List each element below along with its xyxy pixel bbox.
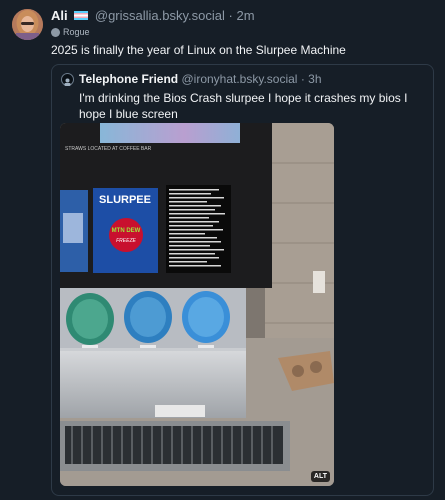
drink-flavor-text: FREEZE bbox=[116, 238, 136, 244]
quote-author-name[interactable]: Telephone Friend bbox=[79, 72, 178, 86]
quote-image[interactable]: STRAWS LOCATED AT COFFEE BAR SLURPEE MTN… bbox=[60, 123, 334, 486]
quote-header: Telephone Friend @ironyhat.bsky.social ·… bbox=[79, 72, 322, 86]
post-timestamp[interactable]: 2m bbox=[236, 8, 254, 23]
quote-timestamp[interactable]: 3h bbox=[308, 72, 321, 86]
separator: · bbox=[228, 8, 233, 23]
top-sign-text: STRAWS LOCATED AT COFFEE BAR bbox=[65, 146, 152, 152]
drink-brand-text: MTN DEW bbox=[112, 228, 141, 234]
client-icon bbox=[51, 27, 60, 37]
author-handle[interactable]: @grissallia.bsky.social bbox=[95, 8, 225, 23]
quote-text: I'm drinking the Bios Crash slurpee I ho… bbox=[79, 91, 408, 121]
post-text: 2025 is finally the year of Linux on the… bbox=[51, 43, 346, 57]
post: Ali @grissallia.bsky.social · 2m Rogue 2… bbox=[0, 0, 445, 500]
client-label-text: Rogue bbox=[63, 27, 90, 37]
quote-author-avatar[interactable] bbox=[61, 73, 74, 86]
slurpee-machine-photo: STRAWS LOCATED AT COFFEE BAR SLURPEE MTN… bbox=[60, 123, 334, 486]
slurpee-brand-text: SLURPEE bbox=[99, 194, 151, 206]
post-header: Ali @grissallia.bsky.social · 2m bbox=[51, 8, 255, 23]
author-avatar[interactable] bbox=[12, 9, 43, 40]
quote-separator: · bbox=[300, 72, 305, 86]
author-name[interactable]: Ali bbox=[51, 8, 68, 23]
alt-text-badge[interactable]: ALT bbox=[310, 471, 330, 482]
quoted-post[interactable]: Telephone Friend @ironyhat.bsky.social ·… bbox=[51, 64, 434, 496]
quote-author-handle[interactable]: @ironyhat.bsky.social bbox=[181, 72, 297, 86]
trans-flag-icon bbox=[74, 11, 89, 21]
client-label: Rogue bbox=[51, 27, 90, 37]
